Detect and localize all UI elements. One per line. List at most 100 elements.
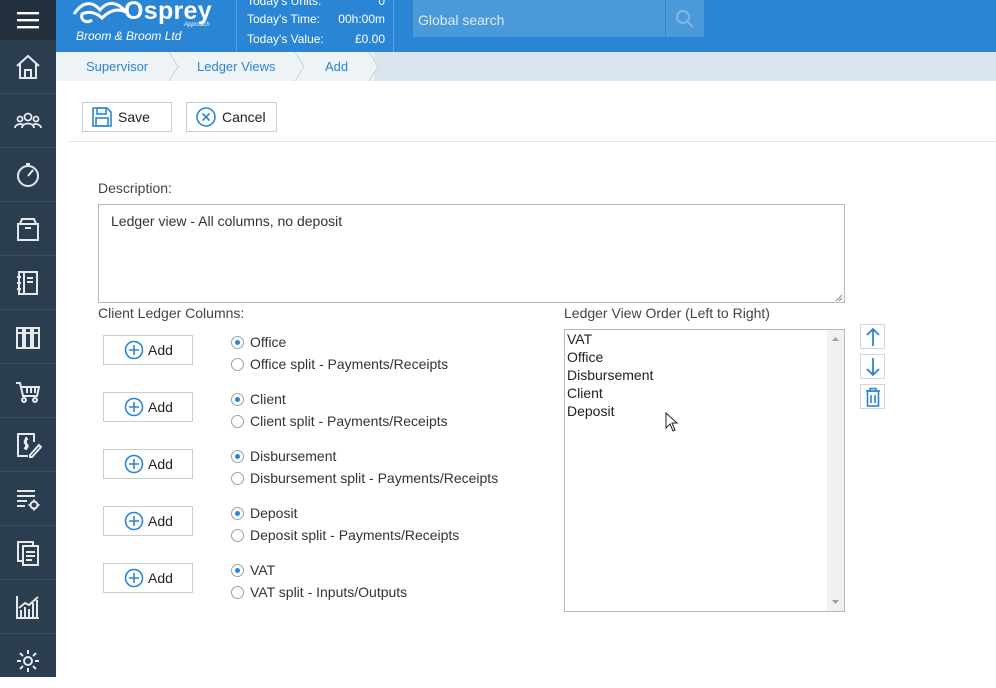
- nav-dashboard[interactable]: [0, 148, 56, 202]
- save-button[interactable]: Save: [82, 102, 172, 132]
- radio-label: Disbursement: [250, 448, 337, 464]
- global-search-input[interactable]: Global search: [413, 0, 665, 37]
- add-disbursement-button[interactable]: Add: [103, 449, 193, 479]
- radio-client[interactable]: Client: [231, 391, 286, 407]
- radio-office-split[interactable]: Office split - Payments/Receipts: [231, 356, 448, 372]
- list-item[interactable]: Client: [565, 384, 844, 402]
- breadcrumb-ledger-views[interactable]: Ledger Views: [197, 52, 276, 81]
- radio-vat[interactable]: VAT: [231, 562, 275, 578]
- add-label: Add: [148, 456, 173, 472]
- firm-name: Broom & Broom Ltd: [76, 29, 182, 43]
- stat-label: Today's Value:: [247, 32, 324, 46]
- move-up-button[interactable]: [860, 324, 885, 349]
- list-item[interactable]: Office: [565, 348, 844, 366]
- radio-label: VAT split - Inputs/Outputs: [250, 584, 408, 600]
- radio-label: Deposit split - Payments/Receipts: [250, 527, 460, 543]
- cancel-button[interactable]: Cancel: [186, 102, 277, 132]
- description-textarea[interactable]: Ledger view - All columns, no deposit: [98, 204, 845, 303]
- nav-documents[interactable]: [0, 526, 56, 580]
- nav-people[interactable]: [0, 94, 56, 148]
- case-box-icon: [17, 217, 39, 241]
- delete-button[interactable]: [860, 384, 885, 409]
- radio-deposit[interactable]: Deposit: [231, 505, 297, 521]
- radio-dot-selected: [231, 335, 244, 349]
- nav-billing[interactable]: [0, 418, 56, 472]
- add-label: Add: [148, 342, 173, 358]
- scroll-up-icon: [832, 337, 839, 341]
- nav-home[interactable]: [0, 40, 56, 94]
- toolbar: Save Cancel: [68, 81, 996, 142]
- logo[interactable]: Osprey Approach Broom & Broom Ltd: [72, 0, 232, 52]
- nav-settings[interactable]: [0, 634, 56, 688]
- list-item[interactable]: Deposit: [565, 402, 844, 420]
- menu-button[interactable]: [0, 0, 56, 40]
- radio-label: Client split - Payments/Receipts: [250, 413, 448, 429]
- radio-dot: [231, 414, 244, 428]
- stat-value: 0: [378, 0, 385, 8]
- reports-chart-icon: [16, 595, 39, 619]
- stat-label: Today's Time:: [247, 12, 320, 26]
- add-circle-icon: [124, 340, 144, 360]
- ledger-view-order-label: Ledger View Order (Left to Right): [564, 305, 770, 321]
- settings-list-icon: [17, 489, 40, 510]
- add-label: Add: [148, 513, 173, 529]
- breadcrumb-separator: [168, 52, 179, 81]
- radio-label: Client: [250, 391, 286, 407]
- breadcrumb: Supervisor Ledger Views Add: [56, 52, 996, 81]
- scrollbar[interactable]: [827, 330, 844, 611]
- add-label: Add: [148, 570, 173, 586]
- radio-dot-selected: [231, 392, 244, 406]
- documents-icon: [17, 540, 39, 566]
- list-item[interactable]: Disbursement: [565, 366, 844, 384]
- add-vat-button[interactable]: Add: [103, 563, 193, 593]
- nav-reports[interactable]: [0, 580, 56, 634]
- nav-settings-list[interactable]: [0, 472, 56, 526]
- stat-units: Today's Units: 0: [247, 0, 385, 8]
- trash-icon: [865, 387, 880, 407]
- ledger-view-order-listbox[interactable]: VAT Office Disbursement Client Deposit: [564, 329, 845, 612]
- breadcrumb-supervisor[interactable]: Supervisor: [86, 52, 148, 81]
- home-icon: [16, 54, 40, 79]
- radio-deposit-split[interactable]: Deposit split - Payments/Receipts: [231, 527, 459, 543]
- radio-dot: [231, 585, 244, 599]
- nav-cases[interactable]: [0, 202, 56, 256]
- add-deposit-button[interactable]: Add: [103, 506, 193, 536]
- radio-dot-selected: [231, 449, 244, 463]
- basket-icon: [16, 381, 41, 403]
- add-circle-icon: [124, 568, 144, 588]
- radio-client-split[interactable]: Client split - Payments/Receipts: [231, 413, 448, 429]
- top-bar: Osprey Approach Broom & Broom Ltd Today'…: [56, 0, 996, 52]
- radio-dot-selected: [231, 563, 244, 577]
- cancel-label: Cancel: [222, 109, 266, 125]
- breadcrumb-add[interactable]: Add: [325, 52, 348, 81]
- description-label: Description:: [98, 180, 172, 196]
- move-down-button[interactable]: [860, 354, 885, 379]
- stat-time: Today's Time: 00h:00m: [247, 12, 385, 26]
- save-icon: [92, 107, 112, 127]
- nav-ledger[interactable]: [0, 256, 56, 310]
- today-stats: Today's Units: 0 Today's Time: 00h:00m T…: [236, 0, 394, 52]
- add-office-button[interactable]: Add: [103, 335, 193, 365]
- radio-dot: [231, 528, 244, 542]
- radio-disbursement[interactable]: Disbursement: [231, 448, 336, 464]
- ledger-book-icon: [17, 270, 38, 295]
- search-button[interactable]: [666, 0, 704, 37]
- list-item[interactable]: VAT: [565, 330, 844, 348]
- stat-value: £0.00: [354, 32, 385, 46]
- radio-vat-split[interactable]: VAT split - Inputs/Outputs: [231, 584, 407, 600]
- stat-value-money: Today's Value: £0.00: [247, 32, 385, 46]
- radio-office[interactable]: Office: [231, 334, 286, 350]
- sidebar: [0, 0, 56, 677]
- nav-basket[interactable]: [0, 364, 56, 418]
- people-icon: [14, 112, 42, 128]
- dashboard-icon: [17, 162, 39, 187]
- radio-dot-selected: [231, 506, 244, 520]
- brand-subtitle: Approach: [184, 22, 210, 28]
- radio-dot: [231, 471, 244, 485]
- add-client-button[interactable]: Add: [103, 392, 193, 422]
- add-circle-icon: [124, 397, 144, 417]
- radio-disbursement-split[interactable]: Disbursement split - Payments/Receipts: [231, 470, 498, 486]
- radio-label: VAT: [250, 562, 276, 578]
- nav-library[interactable]: [0, 310, 56, 364]
- osprey-bird-icon: [72, 2, 128, 24]
